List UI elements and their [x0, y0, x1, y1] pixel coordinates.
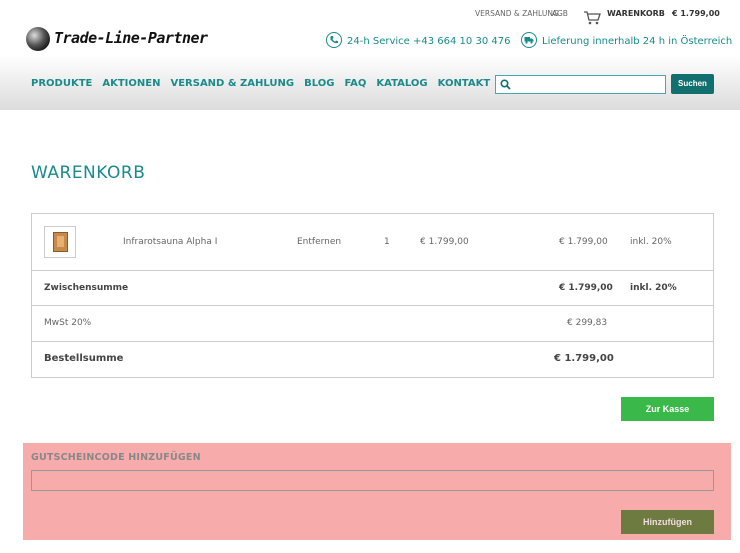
subtotal-label: Zwischensumme — [44, 283, 129, 293]
cart-item-row: Infrarotsauna Alpha I Entfernen 1 € 1.79… — [32, 214, 713, 271]
quantity[interactable]: 1 — [384, 237, 390, 247]
cart-table: Infrarotsauna Alpha I Entfernen 1 € 1.79… — [31, 213, 714, 378]
nav-item-versand[interactable]: VERSAND & ZAHLUNG — [170, 78, 294, 89]
subtotal-row: Zwischensumme € 1.799,00 inkl. 20% — [32, 271, 713, 306]
subtotal-value: € 1.799,00 — [559, 283, 613, 293]
truck-icon — [521, 32, 537, 48]
service-phone[interactable]: +43 664 10 30 476 — [413, 36, 510, 47]
cart-icon[interactable] — [583, 11, 601, 25]
search-box — [495, 75, 666, 94]
line-total: € 1.799,00 — [559, 237, 608, 247]
agb-link[interactable]: AGB — [552, 9, 568, 18]
nav-item-kontakt[interactable]: KONTAKT — [438, 78, 491, 89]
order-total-row: Bestellsumme € 1.799,00 — [32, 342, 713, 377]
product-thumbnail[interactable] — [44, 226, 76, 258]
coupon-title: GUTSCHEINCODE HINZUFÜGEN — [31, 452, 201, 463]
service-info: 24-h Service +43 664 10 30 476 — [326, 32, 510, 49]
top-links: VERSAND & ZAHLUNG AGB WARENKORB € 1.799,… — [0, 8, 740, 25]
vat-label: MwSt 20% — [44, 318, 92, 328]
nav-item-faq[interactable]: FAQ — [344, 78, 366, 89]
product-name[interactable]: Infrarotsauna Alpha I — [123, 237, 217, 247]
cart-total: € 1.799,00 — [672, 9, 720, 18]
search-icon — [500, 79, 511, 90]
coupon-section: GUTSCHEINCODE HINZUFÜGEN Hinzufügen — [23, 443, 731, 540]
nav-item-produkte[interactable]: PRODUKTE — [31, 78, 92, 89]
delivery-info: Lieferung innerhalb 24 h in Österreich — [521, 32, 733, 49]
line-tax: inkl. 20% — [630, 237, 672, 247]
main-nav: PRODUKTE AKTIONEN VERSAND & ZAHLUNG BLOG FAQ… — [31, 78, 500, 89]
vat-value: € 299,83 — [567, 318, 608, 328]
order-total-value: € 1.799,00 — [554, 353, 614, 364]
order-total-label: Bestellsumme — [44, 353, 124, 364]
phone-icon — [326, 32, 342, 48]
nav-item-blog[interactable]: BLOG — [304, 78, 334, 89]
subtotal-tax: inkl. 20% — [630, 283, 677, 293]
delivery-label: Lieferung innerhalb 24 h in Österreich — [542, 36, 733, 47]
coupon-input[interactable] — [31, 470, 714, 491]
cart-link[interactable]: WARENKORB — [607, 9, 665, 18]
remove-link[interactable]: Entfernen — [297, 237, 341, 247]
search-button[interactable]: Suchen — [671, 74, 714, 94]
checkout-button[interactable]: Zur Kasse — [621, 397, 714, 421]
add-coupon-button[interactable]: Hinzufügen — [621, 510, 714, 534]
search-input[interactable] — [516, 78, 661, 91]
logo-globe-icon — [26, 27, 50, 51]
header: VERSAND & ZAHLUNG AGB WARENKORB € 1.799,… — [0, 0, 740, 110]
versand-link[interactable]: VERSAND & ZAHLUNG — [475, 9, 559, 18]
service-label: 24-h Service — [347, 36, 410, 47]
nav-item-katalog[interactable]: KATALOG — [376, 78, 427, 89]
nav-item-aktionen[interactable]: AKTIONEN — [102, 78, 160, 89]
page-title: WARENKORB — [31, 163, 146, 183]
vat-row: MwSt 20% € 299,83 — [32, 306, 713, 342]
unit-price: € 1.799,00 — [420, 237, 469, 247]
logo-text: Trade-Line-Partner — [54, 29, 208, 47]
